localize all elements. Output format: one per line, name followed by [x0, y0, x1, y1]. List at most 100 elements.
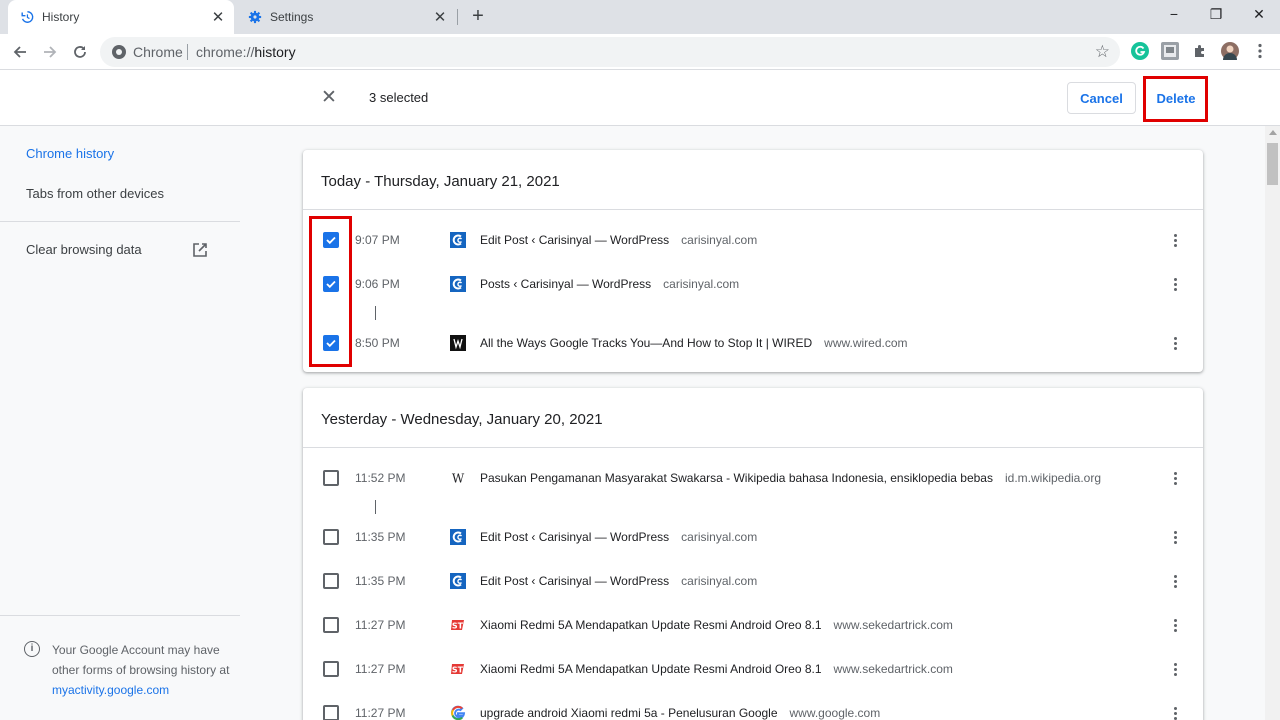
sidebar-item-tabs-other-devices[interactable]: Tabs from other devices — [26, 186, 164, 201]
forward-button[interactable] — [38, 40, 62, 64]
info-icon: i — [24, 641, 40, 657]
new-tab-button[interactable]: + — [468, 6, 488, 27]
cancel-button[interactable]: Cancel — [1067, 82, 1136, 114]
time-gap-indicator — [375, 500, 376, 514]
sidebar-item-chrome-history[interactable]: Chrome history — [26, 146, 114, 161]
svg-text:ST: ST — [452, 622, 464, 631]
minimize-button[interactable]: − — [1163, 6, 1185, 24]
entry-checkbox[interactable] — [323, 661, 339, 677]
history-entry[interactable]: 11:52 PM W Pasukan Pengamanan Masyarakat… — [303, 456, 1203, 500]
svg-text:ST: ST — [452, 666, 464, 675]
entry-time: 11:27 PM — [355, 618, 406, 632]
history-entry[interactable]: 11:35 PM Edit Post ‹ Carisinyal — WordPr… — [303, 559, 1203, 603]
entry-title: All the Ways Google Tracks You—And How t… — [480, 336, 813, 350]
back-button[interactable] — [8, 40, 32, 64]
history-entry[interactable]: 11:27 PM ST Xiaomi Redmi 5A Mendapatkan … — [303, 603, 1203, 647]
more-vert-icon — [1258, 43, 1262, 59]
entry-checkbox[interactable] — [323, 529, 339, 545]
more-actions-icon[interactable] — [1165, 615, 1185, 635]
entry-link[interactable]: Xiaomi Redmi 5A Mendapatkan Update Resmi… — [480, 662, 953, 676]
page-scrollbar[interactable] — [1265, 126, 1280, 720]
more-actions-icon[interactable] — [1165, 468, 1185, 488]
more-actions-icon[interactable] — [1165, 274, 1185, 294]
carisinyal-icon — [450, 276, 466, 292]
entry-link[interactable]: Edit Post ‹ Carisinyal — WordPress carisi… — [480, 574, 757, 588]
history-entry[interactable]: 8:50 PM All the Ways Google Tracks You—A… — [303, 321, 1203, 365]
entry-link[interactable]: Xiaomi Redmi 5A Mendapatkan Update Resmi… — [480, 618, 953, 632]
reload-button[interactable] — [68, 40, 92, 64]
entry-domain: www.wired.com — [824, 336, 908, 350]
window-close-button[interactable]: ✕ — [1248, 6, 1270, 24]
selection-toolbar: ✕ 3 selected Cancel Delete — [0, 70, 1280, 126]
entry-time: 8:50 PM — [355, 336, 400, 350]
entry-checkbox[interactable] — [323, 705, 339, 720]
close-tab-icon[interactable]: ✕ — [210, 9, 226, 26]
history-icon — [21, 11, 34, 23]
close-tab-icon[interactable]: ✕ — [432, 9, 448, 26]
address-bar[interactable]: Chrome chrome://history ☆ — [100, 37, 1120, 67]
entry-time: 11:27 PM — [355, 706, 406, 720]
entry-checkbox[interactable] — [323, 617, 339, 633]
more-actions-icon[interactable] — [1165, 527, 1185, 547]
wikipedia-icon: W — [450, 470, 466, 486]
tab-title: History — [42, 10, 80, 24]
maximize-button[interactable]: ❐ — [1205, 6, 1227, 24]
history-entry[interactable]: 9:06 PM Posts ‹ Carisinyal — WordPress ca… — [303, 262, 1203, 306]
scroll-thumb[interactable] — [1267, 143, 1278, 185]
more-actions-icon[interactable] — [1165, 703, 1185, 720]
entry-link[interactable]: Posts ‹ Carisinyal — WordPress carisinyal… — [480, 277, 739, 291]
grammarly-extension-icon[interactable] — [1131, 42, 1149, 60]
entry-link[interactable]: Pasukan Pengamanan Masyarakat Swakarsa -… — [480, 471, 1101, 485]
scroll-up-arrow-icon[interactable] — [1269, 130, 1277, 135]
tab-separator — [457, 9, 458, 25]
entry-checkbox[interactable] — [323, 573, 339, 589]
entry-link[interactable]: Edit Post ‹ Carisinyal — WordPress carisi… — [480, 530, 757, 544]
profile-avatar[interactable] — [1221, 42, 1239, 60]
sidebar-divider — [0, 615, 240, 616]
history-entry[interactable]: 11:27 PM ST Xiaomi Redmi 5A Mendapatkan … — [303, 647, 1203, 691]
entry-title: Edit Post ‹ Carisinyal — WordPress — [480, 574, 670, 588]
tab-settings[interactable]: Settings ✕ — [236, 0, 456, 34]
entry-checkbox[interactable] — [323, 470, 339, 486]
tab-history[interactable]: History ✕ — [8, 0, 234, 34]
card-divider — [303, 209, 1203, 210]
card-date-title: Yesterday - Wednesday, January 20, 2021 — [321, 411, 603, 428]
arrow-left-icon — [13, 46, 26, 58]
more-actions-icon[interactable] — [1165, 333, 1185, 353]
entry-domain: id.m.wikipedia.org — [1004, 471, 1102, 485]
sekedartrick-icon: ST — [450, 617, 466, 633]
entry-time: 11:52 PM — [355, 471, 406, 485]
history-entry[interactable]: 9:07 PM Edit Post ‹ Carisinyal — WordPre… — [303, 218, 1203, 262]
history-entry[interactable]: 11:27 PM upgrade android Xiaomi redmi 5a… — [303, 691, 1203, 720]
more-actions-icon[interactable] — [1165, 659, 1185, 679]
bookmark-star-icon[interactable]: ☆ — [1095, 42, 1110, 62]
sidebar-divider — [0, 221, 240, 222]
google-icon — [451, 705, 466, 720]
chrome-menu-button[interactable] — [1251, 42, 1269, 60]
sidebar-item-clear-browsing-data[interactable]: Clear browsing data — [26, 242, 142, 257]
tab-title: Settings — [270, 10, 314, 24]
entry-link[interactable]: Edit Post ‹ Carisinyal — WordPress carisi… — [480, 233, 757, 247]
url-path: history — [254, 44, 296, 60]
more-actions-icon[interactable] — [1165, 230, 1185, 250]
entry-title: Edit Post ‹ Carisinyal — WordPress — [480, 530, 670, 544]
clear-selection-icon[interactable]: ✕ — [319, 88, 339, 108]
entry-link[interactable]: upgrade android Xiaomi redmi 5a - Penelu… — [480, 706, 880, 720]
myactivity-link[interactable]: myactivity.google.com — [52, 683, 169, 697]
entry-time: 11:35 PM — [355, 530, 406, 544]
entry-link[interactable]: All the Ways Google Tracks You—And How t… — [480, 336, 908, 350]
extension-app-icon[interactable] — [1161, 42, 1179, 60]
checkbox-highlight-box — [309, 216, 352, 367]
gear-icon — [248, 10, 262, 24]
more-actions-icon[interactable] — [1165, 571, 1185, 591]
entry-title: Edit Post ‹ Carisinyal — WordPress — [480, 233, 670, 247]
history-card-today: Today - Thursday, January 21, 2021 9:07 … — [303, 150, 1203, 372]
carisinyal-icon — [450, 529, 466, 545]
card-divider — [303, 447, 1203, 448]
entry-domain: carisinyal.com — [681, 233, 758, 247]
extensions-puzzle-icon[interactable] — [1191, 42, 1209, 60]
entry-domain: www.sekedartrick.com — [833, 662, 953, 676]
open-in-new-icon — [193, 243, 207, 257]
omnibox-divider — [187, 44, 188, 60]
history-entry[interactable]: 11:35 PM Edit Post ‹ Carisinyal — WordPr… — [303, 515, 1203, 559]
